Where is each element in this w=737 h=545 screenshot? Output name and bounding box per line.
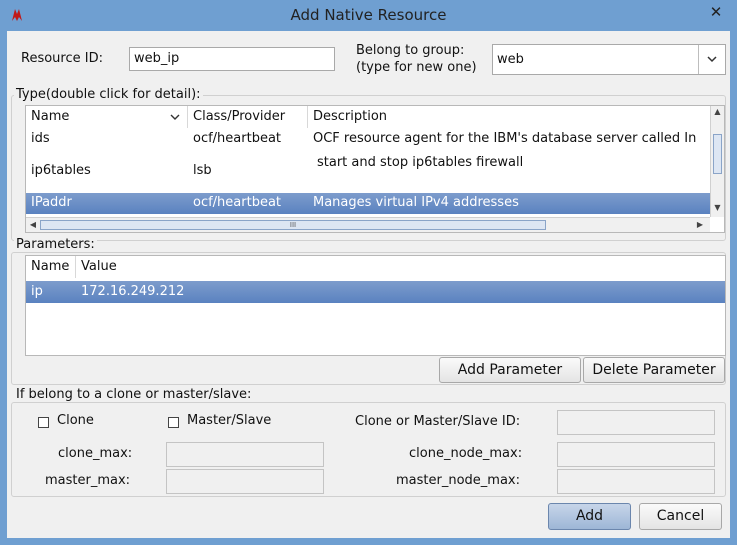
param-row-name: ip	[31, 284, 43, 299]
scroll-down-icon[interactable]: ▼	[711, 203, 724, 212]
type-row-name: ids	[31, 131, 50, 146]
resource-id-label: Resource ID:	[21, 51, 103, 66]
type-row-description: OCF resource agent for the IBM's databas…	[313, 131, 697, 146]
clone-checkbox[interactable]	[38, 417, 49, 428]
type-horizontal-scrollbar[interactable]: ◀ III ▶	[26, 217, 710, 232]
group-label-line2: (type for new one)	[356, 60, 477, 75]
type-row-class: ocf/heartbeat	[193, 195, 282, 210]
close-icon[interactable]: ✕	[703, 2, 729, 22]
master-node-max-input[interactable]	[557, 469, 715, 494]
type-row-class: ocf/heartbeat	[193, 131, 282, 146]
cancel-button[interactable]: Cancel	[639, 503, 722, 530]
type-col-name[interactable]: Name	[26, 106, 188, 128]
horizontal-scroll-thumb[interactable]: III	[40, 220, 546, 230]
group-dropdown-button[interactable]	[698, 45, 725, 74]
group-combobox[interactable]: web	[492, 44, 726, 75]
scroll-right-icon[interactable]: ▶	[695, 220, 705, 229]
dialog-window: Add Native Resource ✕ Resource ID: web_i…	[0, 0, 737, 545]
master-max-label: master_max:	[45, 473, 131, 488]
scroll-left-icon[interactable]: ◀	[28, 220, 38, 229]
type-group-title: Type(double click for detail):	[14, 87, 203, 102]
clone-group-title: If belong to a clone or master/slave:	[14, 387, 254, 402]
title-bar[interactable]: Add Native Resource ✕	[0, 0, 737, 30]
sort-chevron-icon	[170, 114, 180, 120]
clone-id-label: Clone or Master/Slave ID:	[355, 414, 521, 429]
type-row-name: IPaddr	[31, 195, 72, 210]
type-row-description: Manages virtual IPv4 addresses	[313, 195, 519, 210]
type-row-selected[interactable]: IPaddr ocf/heartbeat Manages virtual IPv…	[26, 193, 724, 214]
param-col-value[interactable]: Value	[76, 256, 725, 278]
type-row[interactable]: ip6tables lsb start and stop ip6tables f…	[26, 152, 724, 192]
window-title: Add Native Resource	[290, 6, 447, 24]
type-row[interactable]: ids ocf/heartbeat OCF resource agent for…	[26, 128, 724, 152]
type-table: Name Class/Provider Description ids ocf/…	[25, 105, 725, 233]
type-row-name: ip6tables	[31, 163, 91, 178]
type-col-name-label: Name	[31, 109, 70, 124]
master-slave-checkbox[interactable]	[168, 417, 179, 428]
type-row-class: lsb	[193, 163, 212, 178]
group-label-line1: Belong to group:	[356, 43, 465, 58]
master-node-max-label: master_node_max:	[396, 473, 520, 488]
chevron-down-icon	[707, 56, 717, 63]
vertical-scroll-thumb[interactable]	[713, 134, 722, 174]
clone-max-input[interactable]	[166, 442, 324, 467]
resource-id-input[interactable]: web_ip	[129, 47, 335, 71]
clone-node-max-label: clone_node_max:	[409, 446, 523, 461]
parameters-table: Name Value ip 172.16.249.212	[25, 255, 726, 356]
clone-checkbox-label: Clone	[57, 413, 94, 428]
param-col-name[interactable]: Name	[26, 256, 76, 278]
param-row-value: 172.16.249.212	[81, 284, 185, 299]
add-button[interactable]: Add	[548, 503, 631, 530]
type-vertical-scrollbar[interactable]: ▲ ▼	[710, 106, 724, 217]
add-parameter-button[interactable]: Add Parameter	[439, 357, 581, 383]
clone-node-max-input[interactable]	[557, 442, 715, 467]
type-col-description[interactable]: Description	[308, 106, 708, 128]
clone-id-input[interactable]	[557, 410, 715, 435]
group-combobox-value: web	[497, 52, 524, 67]
scroll-up-icon[interactable]: ▲	[711, 107, 724, 116]
clone-max-label: clone_max:	[58, 446, 133, 461]
param-row-selected[interactable]: ip 172.16.249.212	[26, 281, 725, 303]
delete-parameter-button[interactable]: Delete Parameter	[583, 357, 725, 383]
type-col-class[interactable]: Class/Provider	[188, 106, 308, 128]
parameters-group-title: Parameters:	[14, 237, 97, 252]
dialog-body: Resource ID: web_ip Belong to group: (ty…	[7, 31, 730, 538]
type-row-description: start and stop ip6tables firewall	[317, 155, 524, 170]
master-slave-checkbox-label: Master/Slave	[187, 413, 272, 428]
master-max-input[interactable]	[166, 469, 324, 494]
